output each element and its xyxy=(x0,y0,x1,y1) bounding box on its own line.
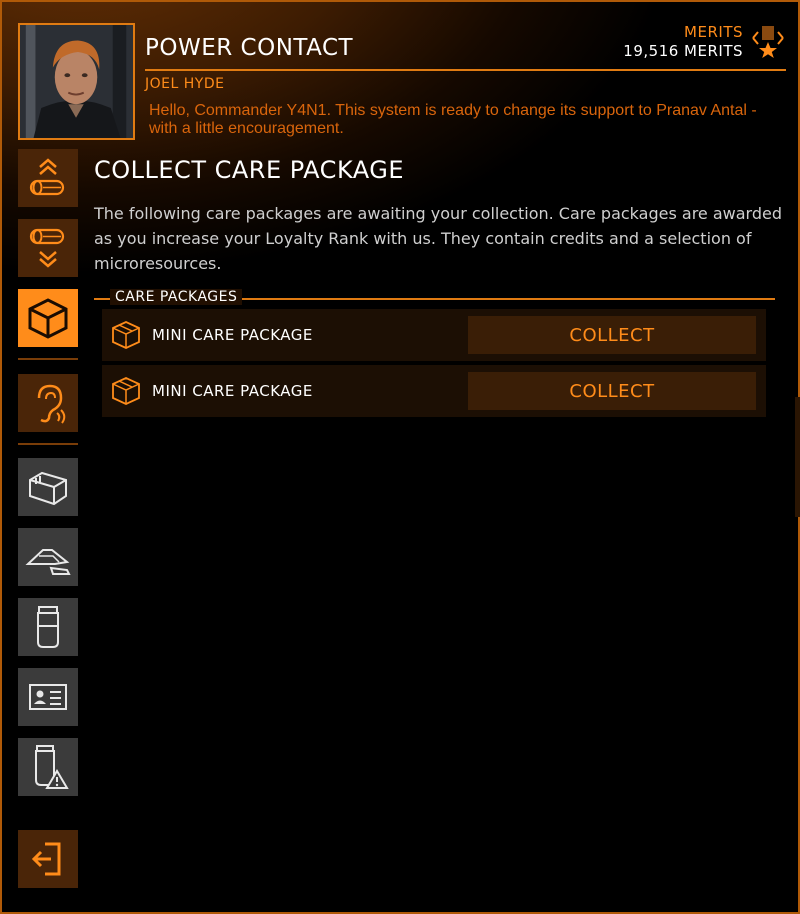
sidebar-divider xyxy=(18,443,78,445)
rank-down-icon xyxy=(29,228,65,268)
sidebar-item-exit[interactable] xyxy=(18,830,78,888)
collect-button[interactable]: COLLECT xyxy=(468,316,756,354)
header-divider xyxy=(145,69,786,71)
list-item: MINI CARE PACKAGE COLLECT xyxy=(102,365,766,417)
contact-ear-icon xyxy=(37,384,66,424)
sidebar-divider xyxy=(18,358,78,360)
collect-button[interactable]: COLLECT xyxy=(468,372,756,410)
contact-panel: POWER CONTACT MERITS 19,516 MERITS JOEL … xyxy=(0,0,800,914)
exit-icon xyxy=(31,842,61,876)
sidebar-item-hazard[interactable] xyxy=(18,738,78,796)
sidebar-item-rank-up[interactable] xyxy=(18,149,78,207)
sidebar-item-canister[interactable] xyxy=(18,598,78,656)
package-name: MINI CARE PACKAGE xyxy=(152,382,313,400)
contact-portrait xyxy=(18,23,135,140)
id-card-icon xyxy=(29,684,67,710)
sidebar-item-ship[interactable] xyxy=(18,528,78,586)
sidebar-item-id[interactable] xyxy=(18,668,78,726)
package-name: MINI CARE PACKAGE xyxy=(152,326,313,344)
cargo-box-icon xyxy=(29,471,67,506)
care-package-icon xyxy=(28,298,68,339)
canister-icon xyxy=(37,606,59,648)
sidebar-item-rank-down[interactable] xyxy=(18,219,78,277)
care-package-icon xyxy=(112,377,140,405)
merits-label: MERITS xyxy=(684,23,743,41)
list-item: MINI CARE PACKAGE COLLECT xyxy=(102,309,766,361)
page-title: POWER CONTACT xyxy=(145,35,354,61)
hazard-canister-icon xyxy=(35,745,69,789)
group-label: CARE PACKAGES xyxy=(110,289,243,305)
care-package-icon xyxy=(112,321,140,349)
sidebar-item-care-package[interactable] xyxy=(18,289,78,347)
sidebar-item-contact[interactable] xyxy=(18,374,78,432)
contact-name: JOEL HYDE xyxy=(145,76,225,92)
merits-value: 19,516 MERITS xyxy=(623,42,743,60)
merits-rank-icon[interactable] xyxy=(750,24,786,60)
ship-icon xyxy=(25,549,71,575)
sidebar-item-cargo[interactable] xyxy=(18,458,78,516)
section-description: The following care packages are awaiting… xyxy=(94,204,782,273)
rank-up-icon xyxy=(29,158,65,196)
section-title: COLLECT CARE PACKAGE xyxy=(94,156,405,184)
contact-message: Hello, Commander Y4N1. This system is re… xyxy=(149,102,757,137)
